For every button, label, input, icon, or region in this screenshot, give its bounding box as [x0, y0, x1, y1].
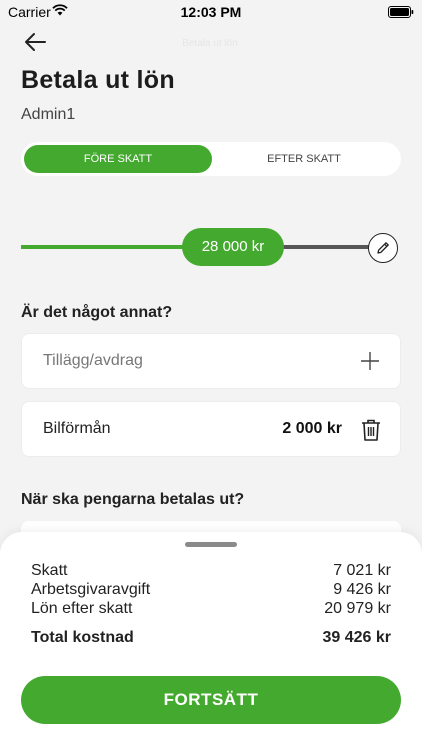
slider-thumb[interactable]: 28 000 kr [182, 228, 284, 266]
summary-row-label: Arbetsgivaravgift [31, 581, 151, 598]
summary-rows: Skatt 7 021 kr Arbetsgivaravgift 9 426 k… [31, 562, 391, 651]
slider-track-remaining [276, 245, 369, 249]
summary-total-value: 39 426 kr [322, 629, 391, 646]
adjustment-item-label: Bilförmån [43, 420, 111, 437]
slider-track-filled [21, 245, 191, 249]
segment-after-tax[interactable]: EFTER SKATT [210, 145, 398, 173]
edit-amount-button[interactable] [368, 233, 398, 263]
summary-row-net-salary: Lön efter skatt 20 979 kr [31, 600, 391, 619]
adjustment-item: Bilförmån 2 000 kr [21, 401, 401, 457]
status-bar: Carrier 12:03 PM [0, 0, 422, 22]
pencil-icon [377, 242, 389, 254]
summary-sheet: Skatt 7 021 kr Arbetsgivaravgift 9 426 k… [0, 532, 422, 750]
page-title: Betala ut lön [21, 66, 175, 94]
summary-row-value: 7 021 kr [333, 562, 391, 579]
adjustment-item-amount: 2 000 kr [282, 420, 342, 437]
extras-question: Är det något annat? [21, 304, 173, 321]
segment-before-tax[interactable]: FÖRE SKATT [24, 145, 212, 173]
back-button[interactable] [22, 30, 48, 54]
arrow-left-icon [25, 33, 46, 51]
tax-segmented-control: FÖRE SKATT EFTER SKATT [21, 142, 401, 176]
add-adjustment-label: Tillägg/avdrag [43, 352, 143, 369]
summary-total-label: Total kostnad [31, 629, 134, 646]
status-time: 12:03 PM [180, 4, 242, 20]
summary-row-label: Lön efter skatt [31, 600, 133, 617]
summary-row-employer-fee: Arbetsgivaravgift 9 426 kr [31, 581, 391, 600]
salary-slider[interactable]: 28 000 kr [21, 226, 401, 268]
summary-row-value: 20 979 kr [324, 600, 391, 617]
trash-icon[interactable] [360, 418, 382, 447]
summary-row-tax: Skatt 7 021 kr [31, 562, 391, 581]
continue-button[interactable]: FORTSÄTT [21, 676, 401, 724]
battery-icon [388, 5, 414, 21]
summary-row-label: Skatt [31, 562, 68, 579]
summary-row-value: 9 426 kr [333, 581, 391, 598]
sheet-drag-handle[interactable] [185, 542, 237, 547]
nav-faded-title: Betala ut lön [182, 38, 238, 49]
payout-question: När ska pengarna betalas ut? [21, 491, 245, 508]
plus-icon [360, 351, 380, 376]
page-subtitle: Admin1 [21, 106, 76, 123]
summary-row-total: Total kostnad 39 426 kr [31, 629, 391, 651]
add-adjustment-button[interactable]: Tillägg/avdrag [21, 333, 401, 389]
